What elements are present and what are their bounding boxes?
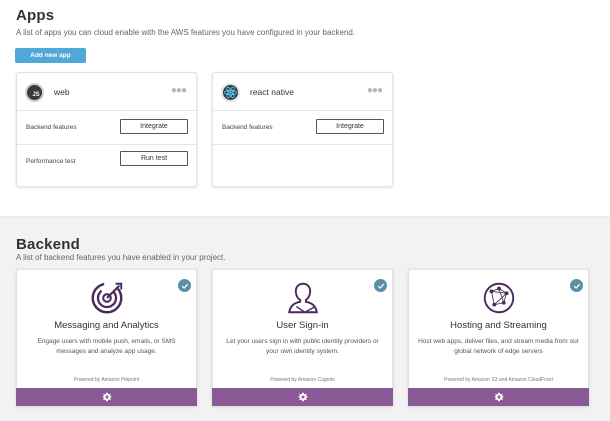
feature-powered-by: Powered by Amazon Pinpoint [73, 377, 140, 383]
user-silhouette-icon [284, 279, 322, 317]
check-icon [178, 279, 191, 292]
app-name: web [54, 87, 70, 97]
app-row-performance-test: Performance test Run test [17, 145, 196, 179]
row-label: Backend features [222, 124, 273, 131]
apps-title: Apps [16, 7, 55, 24]
app-name: react native [250, 87, 294, 97]
row-label: Backend features [26, 124, 77, 131]
feature-settings-bar[interactable] [212, 388, 393, 406]
more-options-icon[interactable]: ●●● [171, 85, 187, 96]
feature-description: Host web apps, deliver files, and stream… [418, 338, 579, 355]
check-icon [374, 279, 387, 292]
backend-title: Backend [16, 236, 80, 253]
feature-settings-bar[interactable] [16, 388, 197, 406]
feature-powered-by: Powered by Amazon S3 and Amazon CloudFro… [444, 377, 553, 383]
globe-network-icon [480, 279, 518, 317]
run-test-button[interactable]: Run test [120, 151, 188, 166]
feature-description: Let your users sign in with public ident… [226, 338, 379, 355]
apps-section: Apps A list of apps you can cloud enable… [0, 0, 610, 216]
app-card-header: react native ●●● [213, 73, 392, 111]
feature-title: Hosting and Streaming [450, 320, 547, 331]
app-card-header: JS web ●●● [17, 73, 196, 111]
integrate-button[interactable]: Integrate [316, 119, 384, 134]
check-icon [570, 279, 583, 292]
feature-card-hosting-streaming[interactable]: Hosting and Streaming Host web apps, del… [408, 269, 589, 406]
gear-icon[interactable] [101, 392, 112, 402]
backend-subtitle: A list of backend features you have enab… [16, 253, 226, 262]
app-row-backend-features: Backend features Integrate [17, 111, 196, 145]
feature-card-user-sign-in[interactable]: User Sign-in Let your users sign in with… [212, 269, 393, 406]
app-card-web: JS web ●●● Backend features Integrate Pe… [16, 72, 197, 187]
gear-icon[interactable] [297, 392, 308, 402]
feature-powered-by: Powered by Amazon Cognito [270, 377, 335, 383]
app-card-react-native: react native ●●● Backend features Integr… [212, 72, 393, 187]
gear-icon[interactable] [493, 392, 504, 402]
feature-title: User Sign-in [276, 320, 329, 331]
react-icon [221, 83, 240, 102]
feature-card-messaging-analytics[interactable]: Messaging and Analytics Engage users wit… [16, 269, 197, 406]
javascript-icon: JS [25, 83, 44, 102]
row-label: Performance test [26, 158, 76, 165]
feature-description: Engage users with mobile push, emails, o… [37, 338, 176, 355]
feature-settings-bar[interactable] [408, 388, 589, 406]
more-options-icon[interactable]: ●●● [367, 85, 383, 96]
integrate-button[interactable]: Integrate [120, 119, 188, 134]
target-icon [88, 279, 126, 317]
apps-subtitle: A list of apps you can cloud enable with… [16, 28, 356, 37]
app-row-backend-features: Backend features Integrate [213, 111, 392, 145]
feature-title: Messaging and Analytics [54, 320, 159, 331]
add-new-app-button[interactable]: Add new app [15, 48, 86, 63]
